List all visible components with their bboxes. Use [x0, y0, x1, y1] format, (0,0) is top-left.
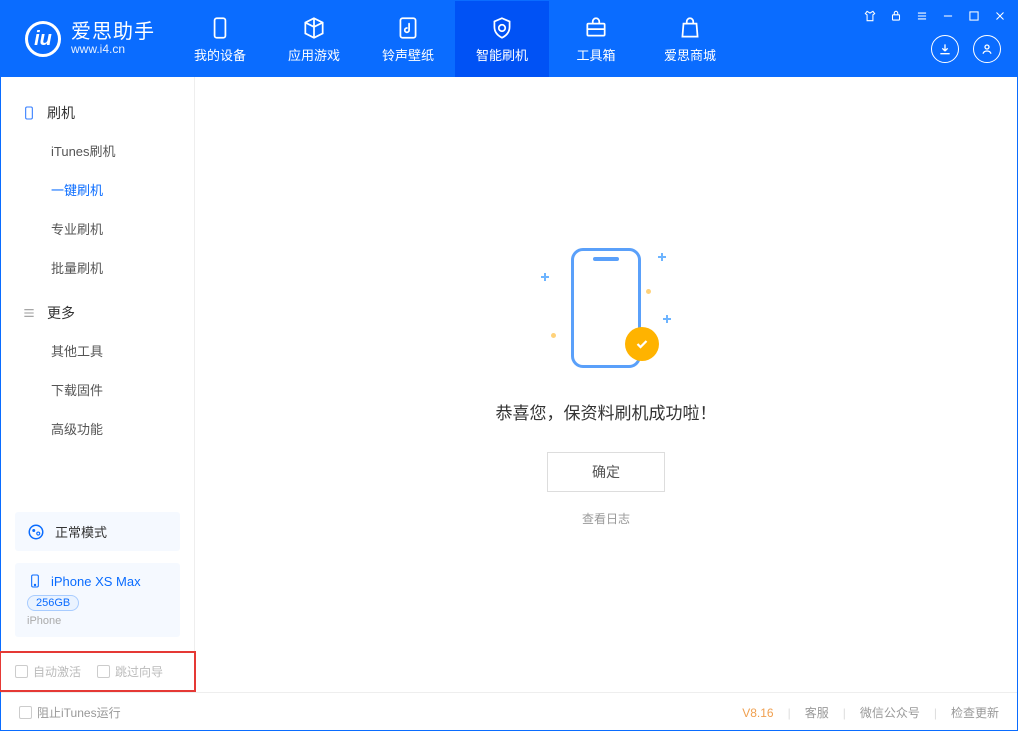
device-name: iPhone XS Max — [51, 574, 141, 589]
sidebar-item-oneclick-flash[interactable]: 一键刷机 — [1, 170, 194, 209]
check-update-link[interactable]: 检查更新 — [951, 704, 999, 721]
sidebar-item-pro-flash[interactable]: 专业刷机 — [1, 209, 194, 248]
mode-label: 正常模式 — [55, 522, 107, 541]
cube-icon — [301, 15, 327, 41]
user-button[interactable] — [973, 35, 1001, 63]
sidebar-item-other-tools[interactable]: 其他工具 — [1, 331, 194, 370]
refresh-shield-icon — [489, 15, 515, 41]
highlight-box: 自动激活 跳过向导 — [0, 651, 196, 692]
app-header: iu 爱思助手 www.i4.cn 我的设备 应用游戏 铃声壁纸 智能刷机 工具… — [1, 1, 1017, 77]
device-type: iPhone — [27, 615, 168, 627]
music-file-icon — [395, 15, 421, 41]
sidebar-group-more: 更多 — [1, 295, 194, 331]
footer: 阻止iTunes运行 V8.16 | 客服 | 微信公众号 | 检查更新 — [1, 692, 1017, 732]
bag-icon — [677, 15, 703, 41]
tab-label: 智能刷机 — [476, 45, 528, 64]
ok-button[interactable]: 确定 — [547, 452, 665, 492]
view-log-link[interactable]: 查看日志 — [582, 510, 630, 527]
check-badge-icon — [625, 327, 659, 361]
tab-apps-games[interactable]: 应用游戏 — [267, 1, 361, 77]
success-message: 恭喜您，保资料刷机成功啦！ — [496, 399, 717, 424]
header-actions — [931, 35, 1001, 63]
tab-store[interactable]: 爱思商城 — [643, 1, 737, 77]
support-link[interactable]: 客服 — [805, 704, 829, 721]
tab-label: 铃声壁纸 — [382, 45, 434, 64]
minimize-icon[interactable] — [939, 7, 957, 25]
checkbox-skip-guide[interactable]: 跳过向导 — [97, 663, 163, 680]
logo-subtitle: www.i4.cn — [71, 43, 155, 56]
phone-icon — [207, 15, 233, 41]
window-controls — [861, 7, 1009, 25]
checkbox-block-itunes[interactable]: 阻止iTunes运行 — [19, 704, 121, 721]
tab-my-device[interactable]: 我的设备 — [173, 1, 267, 77]
tab-label: 工具箱 — [576, 45, 615, 64]
sidebar-group-flash: 刷机 — [1, 95, 194, 131]
tab-ringtones-wallpapers[interactable]: 铃声壁纸 — [361, 1, 455, 77]
tab-label: 应用游戏 — [288, 45, 340, 64]
version-label: V8.16 — [742, 706, 773, 720]
mode-icon — [27, 523, 45, 541]
sidebar: 刷机 iTunes刷机 一键刷机 专业刷机 批量刷机 更多 其他工具 下载固件 … — [1, 77, 195, 692]
sidebar-item-download-firmware[interactable]: 下载固件 — [1, 370, 194, 409]
download-button[interactable] — [931, 35, 959, 63]
tab-smart-flash[interactable]: 智能刷机 — [455, 1, 549, 77]
wechat-link[interactable]: 微信公众号 — [860, 704, 920, 721]
lock-icon[interactable] — [887, 7, 905, 25]
tab-label: 我的设备 — [194, 45, 246, 64]
menu-icon — [21, 305, 37, 321]
success-illustration — [541, 243, 671, 373]
phone-icon — [21, 105, 37, 121]
header-tabs: 我的设备 应用游戏 铃声壁纸 智能刷机 工具箱 爱思商城 — [173, 1, 737, 77]
sidebar-item-advanced[interactable]: 高级功能 — [1, 409, 194, 448]
close-icon[interactable] — [991, 7, 1009, 25]
logo: iu 爱思助手 www.i4.cn — [1, 21, 173, 57]
logo-icon: iu — [25, 21, 61, 57]
tab-toolbox[interactable]: 工具箱 — [549, 1, 643, 77]
logo-title: 爱思助手 — [71, 21, 155, 43]
device-icon — [27, 573, 43, 589]
mode-card[interactable]: 正常模式 — [15, 512, 180, 551]
checkbox-auto-activate[interactable]: 自动激活 — [15, 663, 81, 680]
device-card[interactable]: iPhone XS Max 256GB iPhone — [15, 563, 180, 637]
device-capacity: 256GB — [27, 595, 79, 611]
shirt-icon[interactable] — [861, 7, 879, 25]
sidebar-item-itunes-flash[interactable]: iTunes刷机 — [1, 131, 194, 170]
sidebar-item-batch-flash[interactable]: 批量刷机 — [1, 248, 194, 287]
maximize-icon[interactable] — [965, 7, 983, 25]
toolbox-icon — [583, 15, 609, 41]
main-content: 恭喜您，保资料刷机成功啦！ 确定 查看日志 — [195, 77, 1017, 692]
tab-label: 爱思商城 — [664, 45, 716, 64]
menu-icon[interactable] — [913, 7, 931, 25]
